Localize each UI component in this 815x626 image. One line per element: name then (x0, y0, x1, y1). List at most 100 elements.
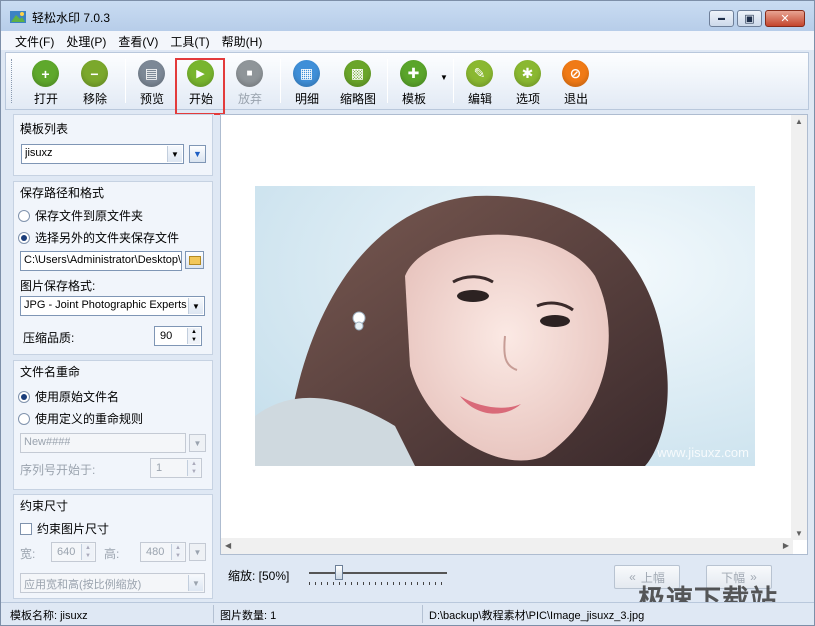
scroll-right-icon[interactable]: ▶ (783, 541, 789, 550)
status-bar: 模板名称: jisuxz 图片数量: 1 D:\backup\教程素材\PIC\… (1, 602, 814, 625)
open-button[interactable]: + 打开 (24, 56, 68, 106)
height-value: 480 (146, 546, 165, 558)
width-value: 640 (57, 546, 76, 558)
browse-folder-button[interactable] (185, 251, 204, 269)
puzzle-icon: ✚ (400, 60, 427, 87)
horizontal-scrollbar[interactable]: ◀ ▶ (221, 538, 793, 554)
template-select[interactable]: jisuxz ▼ (21, 144, 184, 164)
thumbnails-icon: ▩ (344, 60, 371, 87)
sequence-start-label: 序列号开始于: (20, 463, 96, 477)
toolbar-grip[interactable] (11, 59, 14, 103)
remove-label: 移除 (82, 92, 107, 106)
rename-pattern-value: New#### (24, 436, 71, 448)
template-label: 模板 (401, 92, 426, 106)
preview-image: www.jisuxz.com (255, 186, 755, 466)
chevron-down-icon: ▼ (193, 547, 202, 557)
save-original-option[interactable]: 保存文件到原文件夹 (18, 207, 143, 224)
scroll-down-icon[interactable]: ▼ (795, 529, 803, 538)
rename-pattern-input[interactable]: New#### (20, 433, 186, 453)
details-icon: ▦ (293, 60, 320, 87)
save-path-input[interactable]: C:\Users\Administrator\Desktop\ (20, 251, 182, 271)
abort-button[interactable]: ■ 放弃 (228, 56, 272, 106)
zoom-slider-thumb[interactable] (335, 565, 343, 580)
image-preview-area[interactable]: www.jisuxz.com ▲ ▼ ◀ ▶ (220, 114, 808, 555)
preview-button[interactable]: ▤ 预览 (130, 56, 174, 106)
wrench-icon: ✱ (514, 60, 541, 87)
options-button[interactable]: ✱ 选项 (506, 56, 550, 106)
template-menu-button[interactable]: ▼ (189, 145, 206, 163)
height-spinner[interactable]: 480 ▲ ▼ (140, 542, 186, 562)
spinner-arrows-icon[interactable]: ▲ ▼ (81, 544, 94, 560)
use-custom-rule-option[interactable]: 使用定义的重命规则 (18, 410, 143, 427)
template-button[interactable]: ✚ 模板 (392, 56, 436, 106)
rename-title: 文件名重命 (20, 365, 81, 379)
zoom-label: 缩放: [50%] (228, 569, 290, 583)
zoom-slider-track[interactable] (309, 572, 447, 574)
thumbnails-button[interactable]: ▩ 缩略图 (334, 56, 382, 106)
zoom-slider-ticks (309, 582, 447, 585)
sequence-start-spinner[interactable]: 1 ▲ ▼ (150, 458, 202, 478)
close-icon: ✕ (780, 13, 790, 25)
toolbar: + 打开 − 移除 ▤ 预览 ▶ 开始 ■ 放弃 ▦ 明细 ▩ 缩略图 ✚ 模板… (5, 52, 809, 110)
start-button-highlight (175, 58, 225, 115)
format-select[interactable]: JPG - Joint Photographic Experts G ▼ (20, 296, 205, 316)
menu-help[interactable]: 帮助(H) (216, 31, 269, 50)
title-bar: 轻松水印 7.0.3 ▬ ▣ ✕ (1, 1, 814, 31)
edit-button[interactable]: ✎ 编辑 (458, 56, 502, 106)
constrain-size-label: 约束图片尺寸 (37, 522, 110, 536)
exit-label: 退出 (563, 92, 588, 106)
maximize-button[interactable]: ▣ (737, 10, 762, 27)
checkbox[interactable] (20, 522, 32, 535)
radio-button-selected[interactable] (18, 231, 30, 244)
close-button[interactable]: ✕ (765, 10, 805, 27)
pattern-menu-button[interactable]: ▼ (189, 434, 206, 452)
menu-process[interactable]: 处理(P) (60, 31, 112, 50)
status-separator (213, 605, 214, 623)
remove-button[interactable]: − 移除 (73, 56, 117, 106)
exit-icon: ⊘ (562, 60, 589, 87)
spinner-arrows-icon[interactable]: ▲ ▼ (187, 328, 200, 344)
exit-button[interactable]: ⊘ 退出 (554, 56, 598, 106)
app-logo-icon (10, 11, 26, 23)
format-select-value: JPG - Joint Photographic Experts G (24, 299, 192, 311)
details-label: 明细 (294, 92, 319, 106)
save-original-label: 保存文件到原文件夹 (35, 209, 144, 223)
quality-spinner[interactable]: 90 ▲ ▼ (154, 326, 202, 346)
menu-file[interactable]: 文件(F) (9, 31, 60, 50)
preview-label: 预览 (139, 92, 164, 106)
minimize-button[interactable]: ▬ (709, 10, 734, 27)
menu-bar: 文件(F) 处理(P) 查看(V) 工具(T) 帮助(H) (1, 31, 814, 50)
chevron-down-icon: ▼ (193, 438, 202, 448)
save-other-option[interactable]: 选择另外的文件夹保存文件 (18, 229, 179, 246)
toolbar-separator (125, 59, 126, 103)
radio-button[interactable] (18, 209, 30, 222)
toolbar-separator (280, 59, 281, 103)
scroll-left-icon[interactable]: ◀ (225, 541, 231, 550)
sequence-start-value: 1 (156, 462, 163, 474)
menu-view[interactable]: 查看(V) (112, 31, 164, 50)
spinner-arrows-icon[interactable]: ▲ ▼ (171, 544, 184, 560)
use-original-name-option[interactable]: 使用原始文件名 (18, 388, 119, 405)
plus-icon: + (32, 60, 59, 87)
details-button[interactable]: ▦ 明细 (285, 56, 329, 106)
toolbar-separator (453, 59, 454, 103)
abort-label: 放弃 (237, 92, 262, 106)
menu-tools[interactable]: 工具(T) (164, 31, 215, 50)
vertical-scrollbar[interactable]: ▲ ▼ (791, 115, 807, 540)
height-label: 高: (104, 547, 120, 561)
save-other-label: 选择另外的文件夹保存文件 (35, 231, 180, 245)
template-dropdown-arrow-icon[interactable]: ▼ (440, 73, 448, 82)
size-menu-button[interactable]: ▼ (189, 543, 206, 561)
constrain-size-option[interactable]: 约束图片尺寸 (20, 520, 109, 537)
pencil-icon: ✎ (466, 60, 493, 87)
width-spinner[interactable]: 640 ▲ ▼ (51, 542, 96, 562)
spinner-arrows-icon[interactable]: ▲ ▼ (187, 460, 200, 476)
radio-button[interactable] (18, 412, 30, 425)
radio-button-selected[interactable] (18, 390, 30, 403)
status-image-count: 图片数量: 1 (220, 610, 277, 622)
settings-panel: 模板列表 jisuxz ▼ ▼ 保存路径和格式 保存文件到原文件夹 选择另外的文… (9, 114, 214, 601)
maximize-icon: ▣ (744, 13, 755, 25)
scroll-up-icon[interactable]: ▲ (795, 117, 803, 126)
resize-mode-select[interactable]: 应用宽和高(按比例缩放) ▼ (20, 573, 205, 593)
template-select-value: jisuxz (25, 147, 53, 159)
